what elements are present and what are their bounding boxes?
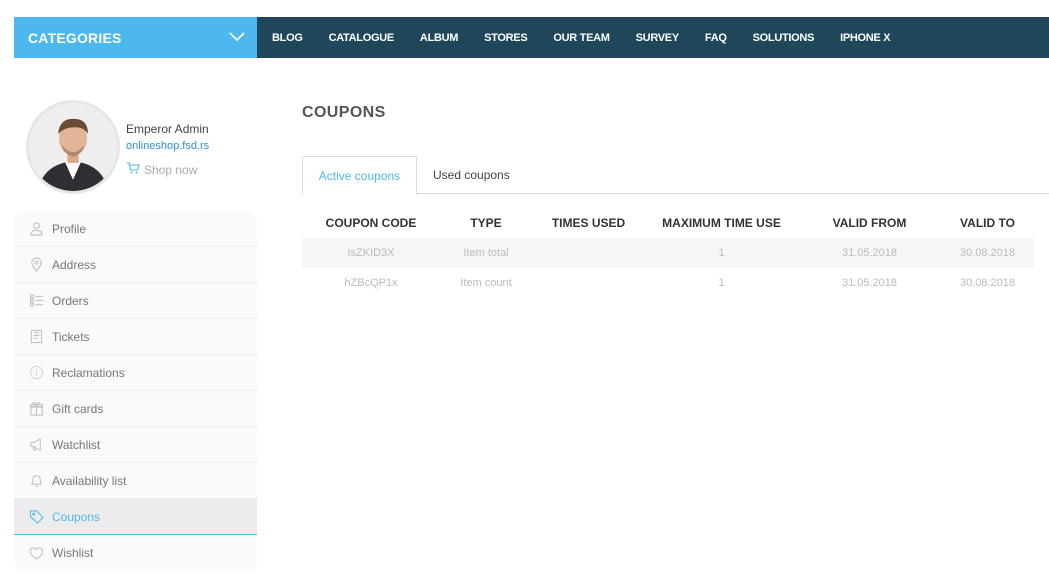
profile-name: Emperor Admin xyxy=(126,122,209,136)
sidebar-item-label: Gift cards xyxy=(52,401,104,416)
column-header-coupon-code[interactable]: COUPON CODE xyxy=(302,216,440,230)
sidebar-item-coupons[interactable]: Coupons xyxy=(14,499,257,535)
main-nav: BLOG CATALOGUE ALBUM STORES OUR TEAM SUR… xyxy=(272,17,916,58)
column-header-valid-to[interactable]: VALID TO xyxy=(941,216,1034,230)
sidebar-item-profile[interactable]: Profile xyxy=(14,211,257,247)
table-header: COUPON CODE TYPE TIMES USED MAXIMUM TIME… xyxy=(302,208,1034,238)
nav-iphone-x[interactable]: IPHONE X xyxy=(840,32,890,44)
cell-type: Item total xyxy=(463,247,509,259)
sidebar-item-watchlist[interactable]: Watchlist xyxy=(14,427,257,463)
cell-valid-to: 30.08.2018 xyxy=(959,247,1016,259)
bell-icon xyxy=(28,473,44,489)
table-row: hZBcQP1x Item count 1 31.05.2018 30.08.2… xyxy=(302,268,1034,298)
megaphone-icon xyxy=(28,437,44,453)
nav-album[interactable]: ALBUM xyxy=(420,32,459,44)
sidebar-item-label: Tickets xyxy=(52,329,90,344)
sidebar-item-label: Reclamations xyxy=(52,365,125,380)
nav-solutions[interactable]: SOLUTIONS xyxy=(753,32,815,44)
sidebar-item-gift-cards[interactable]: Gift cards xyxy=(14,391,257,427)
column-header-maximum-time-use[interactable]: MAXIMUM TIME USE xyxy=(645,216,798,230)
cart-icon xyxy=(126,162,140,177)
tab-active-coupons[interactable]: Active coupons xyxy=(302,156,417,195)
info-icon xyxy=(28,365,44,381)
top-navigation-bar: CATEGORIES BLOG CATALOGUE ALBUM STORES O… xyxy=(14,17,1049,58)
sidebar-item-reclamations[interactable]: Reclamations xyxy=(14,355,257,391)
ticket-icon xyxy=(28,329,44,345)
cell-valid-from: 31.05.2018 xyxy=(841,277,898,289)
list-icon xyxy=(28,293,44,309)
nav-catalogue[interactable]: CATALOGUE xyxy=(329,32,395,44)
avatar xyxy=(26,100,120,194)
cell-maximum-time-use: 1 xyxy=(718,277,725,289)
sidebar-item-label: Address xyxy=(52,257,97,272)
gift-icon xyxy=(28,401,44,417)
sidebar-item-tickets[interactable]: Tickets xyxy=(14,319,257,355)
cell-maximum-time-use: 1 xyxy=(718,247,725,259)
sidebar-item-availability-list[interactable]: Availability list xyxy=(14,463,257,499)
shop-now-label: Shop now xyxy=(144,162,198,177)
chevron-down-icon xyxy=(229,29,245,47)
column-header-times-used[interactable]: TIMES USED xyxy=(532,216,645,230)
column-header-type[interactable]: TYPE xyxy=(440,216,532,230)
cell-type: Item count xyxy=(460,277,512,289)
coupon-tabs: Active coupons Used coupons xyxy=(302,156,1049,195)
page-title: COUPONS xyxy=(302,104,386,121)
column-header-valid-from[interactable]: VALID FROM xyxy=(798,216,941,230)
cell-coupon-code: IsZKID3X xyxy=(347,247,395,259)
table-row: IsZKID3X Item total 1 31.05.2018 30.08.2… xyxy=(302,238,1034,268)
sidebar-item-wishlist[interactable]: Wishlist xyxy=(14,535,257,571)
categories-label: CATEGORIES xyxy=(28,29,122,46)
map-pin-icon xyxy=(28,257,44,273)
coupons-table: COUPON CODE TYPE TIMES USED MAXIMUM TIME… xyxy=(302,208,1034,298)
nav-blog[interactable]: BLOG xyxy=(272,32,303,44)
cell-valid-to: 30.08.2018 xyxy=(959,277,1016,289)
user-icon xyxy=(28,221,44,237)
nav-stores[interactable]: STORES xyxy=(484,32,528,44)
account-sidebar-menu: Profile Address Orders Tickets Reclamati… xyxy=(14,211,257,571)
sidebar-item-label: Orders xyxy=(52,293,89,308)
categories-dropdown[interactable]: CATEGORIES xyxy=(14,17,257,58)
nav-our-team[interactable]: OUR TEAM xyxy=(553,32,610,44)
sidebar-item-address[interactable]: Address xyxy=(14,247,257,283)
cell-coupon-code: hZBcQP1x xyxy=(344,277,398,289)
sidebar-item-label: Wishlist xyxy=(52,546,94,560)
tab-used-coupons[interactable]: Used coupons xyxy=(433,156,510,194)
sidebar-item-orders[interactable]: Orders xyxy=(14,283,257,319)
sidebar-item-label: Watchlist xyxy=(52,437,101,452)
shop-now-link[interactable]: Shop now xyxy=(126,162,197,177)
tag-icon xyxy=(28,509,44,525)
profile-card: Emperor Admin onlineshop.fsd.rs Shop now xyxy=(26,100,256,195)
sidebar-item-label: Coupons xyxy=(52,509,101,524)
cell-valid-from: 31.05.2018 xyxy=(841,247,898,259)
nav-survey[interactable]: SURVEY xyxy=(636,32,680,44)
nav-faq[interactable]: FAQ xyxy=(705,32,727,44)
sidebar-item-label: Availability list xyxy=(52,473,127,488)
heart-icon xyxy=(28,545,44,561)
sidebar-item-label: Profile xyxy=(52,221,87,236)
profile-site-link[interactable]: onlineshop.fsd.rs xyxy=(126,140,209,152)
